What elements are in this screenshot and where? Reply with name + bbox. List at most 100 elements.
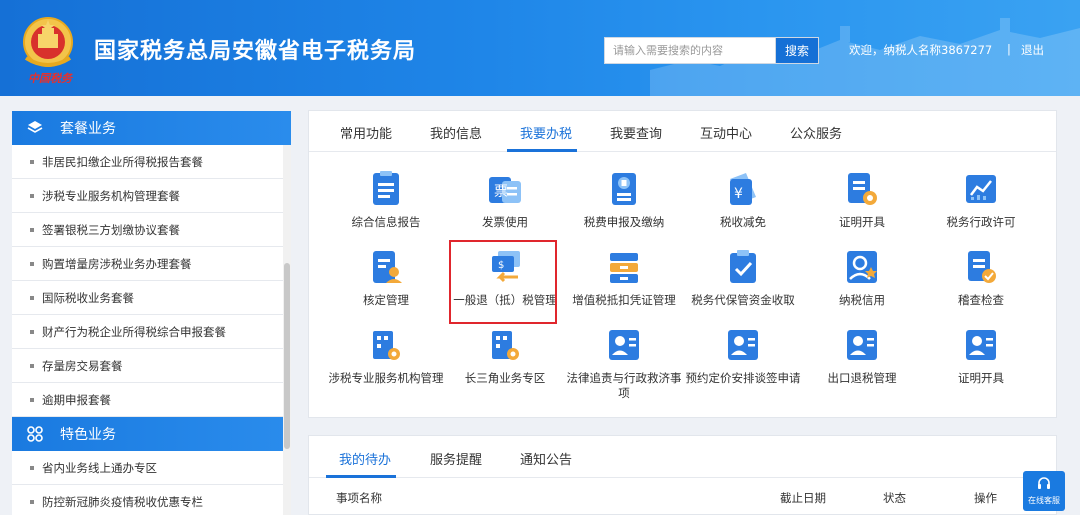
sidebar-item-label: 签署银税三方划缴协议套餐 bbox=[42, 222, 180, 237]
inspection-icon bbox=[968, 251, 996, 283]
sidebar-item[interactable]: 非居民扣缴企业所得税报告套餐 bbox=[12, 145, 283, 179]
bullet bbox=[30, 227, 34, 232]
search-button[interactable]: 搜索 bbox=[776, 37, 819, 64]
sidebar-item[interactable]: 存量房交易套餐 bbox=[12, 349, 283, 383]
headset-icon bbox=[1038, 477, 1050, 489]
tile-inspection[interactable]: 稽查检查 bbox=[921, 249, 1041, 327]
tile-label: 税务行政许可 bbox=[946, 215, 1016, 229]
sidebar-item[interactable]: 涉税专业服务机构管理套餐 bbox=[12, 179, 283, 213]
tile-info-report[interactable]: 综合信息报告 bbox=[326, 171, 446, 249]
welcome-text: 欢迎，纳税人名称3867277 bbox=[849, 43, 993, 57]
sidebar-item-label: 国际税收业务套餐 bbox=[42, 290, 134, 305]
main-tabs: 常用功能 我的信息 我要办税 我要查询 互动中心 公众服务 bbox=[309, 111, 1056, 152]
tile-vat-voucher[interactable]: 增值税抵扣凭证管理 bbox=[564, 249, 684, 327]
tile-yangtze-delta[interactable]: 长三角业务专区 bbox=[445, 327, 565, 405]
user-card-icon bbox=[609, 330, 639, 360]
col-status: 状态 bbox=[883, 491, 906, 505]
site-title: 国家税务总局安徽省电子税务局 bbox=[94, 39, 417, 64]
bullet bbox=[30, 397, 34, 402]
sidebar-item-label: 存量房交易套餐 bbox=[42, 358, 123, 373]
user-card-icon bbox=[847, 330, 877, 360]
active-tab-indicator bbox=[326, 475, 396, 478]
tile-label: 增值税抵扣凭证管理 bbox=[572, 293, 676, 307]
sidebar-item[interactable]: 签署银税三方划缴协议套餐 bbox=[12, 213, 283, 247]
tab-interaction[interactable]: 互动中心 bbox=[700, 123, 752, 142]
sidebar-item[interactable]: 逾期申报套餐 bbox=[12, 383, 283, 417]
bullet bbox=[30, 465, 34, 470]
agency-building-icon bbox=[373, 331, 400, 360]
clipboard-check-icon bbox=[730, 250, 756, 283]
tile-label: 证明开具 bbox=[839, 215, 885, 229]
tile-assessment[interactable]: 核定管理 bbox=[326, 249, 446, 327]
tile-legal-remedy[interactable]: 法律追责与行政救济事项 bbox=[564, 327, 684, 405]
tab-my-todo[interactable]: 我的待办 bbox=[339, 449, 391, 468]
certificate-icon bbox=[848, 173, 877, 205]
tab-public-service[interactable]: 公众服务 bbox=[790, 123, 842, 142]
sidebar-item[interactable]: 省内业务线上通办专区 bbox=[12, 451, 283, 485]
tab-query[interactable]: 我要查询 bbox=[610, 123, 662, 142]
tile-label: 税费申报及缴纳 bbox=[583, 215, 665, 229]
sidebar-group-package[interactable]: 套餐业务 bbox=[12, 111, 291, 145]
logout-link[interactable]: 退出 bbox=[1021, 42, 1044, 58]
invoice-icon: 票 bbox=[489, 177, 521, 203]
sidebar-item-label: 购置增量房涉税业务办理套餐 bbox=[42, 256, 192, 271]
tab-service-reminder[interactable]: 服务提醒 bbox=[430, 449, 482, 468]
credit-user-icon bbox=[847, 251, 877, 283]
tile-pricing-agreement[interactable]: 预约定价安排谈签申请 bbox=[683, 327, 803, 405]
vat-voucher-icon bbox=[610, 253, 638, 283]
bullet bbox=[30, 261, 34, 266]
delta-building-icon bbox=[492, 331, 519, 360]
license-chart-icon bbox=[966, 175, 996, 203]
online-service-button[interactable]: 在线客服 bbox=[1023, 471, 1065, 511]
sidebar-item-label: 财产行为税企业所得税综合申报套餐 bbox=[42, 324, 226, 339]
tab-my-info[interactable]: 我的信息 bbox=[430, 123, 482, 142]
bullet bbox=[30, 499, 34, 504]
tile-agency-mgmt[interactable]: 涉税专业服务机构管理 bbox=[326, 327, 446, 405]
tab-tax-handling[interactable]: 我要办税 bbox=[520, 123, 572, 142]
sidebar-scrollbar[interactable] bbox=[283, 145, 291, 515]
grid-icon bbox=[26, 425, 44, 443]
tile-certificate[interactable]: 证明开具 bbox=[802, 171, 922, 249]
site-header: 中国税务 国家税务总局安徽省电子税务局 搜索 欢迎，纳税人名称3867277 |… bbox=[0, 0, 1080, 96]
tab-common[interactable]: 常用功能 bbox=[340, 123, 392, 142]
sidebar-item-label: 防控新冠肺炎疫情税收优惠专栏 bbox=[42, 494, 203, 509]
sidebar-item[interactable]: 财产行为税企业所得税综合申报套餐 bbox=[12, 315, 283, 349]
tile-label: 一般退（抵）税管理 bbox=[453, 293, 557, 307]
sidebar: 套餐业务 非居民扣缴企业所得税报告套餐 涉税专业服务机构管理套餐 签署银税三方划… bbox=[12, 111, 291, 515]
tile-export-refund[interactable]: 出口退税管理 bbox=[802, 327, 922, 405]
col-action: 操作 bbox=[974, 491, 997, 505]
search-input[interactable] bbox=[604, 37, 776, 64]
tile-credit[interactable]: 纳税信用 bbox=[802, 249, 922, 327]
header-separator: | bbox=[1007, 42, 1011, 56]
tile-label: 长三角业务专区 bbox=[464, 371, 546, 385]
tax-emblem-icon bbox=[23, 17, 73, 67]
tab-notice[interactable]: 通知公告 bbox=[520, 449, 572, 468]
bullet bbox=[30, 329, 34, 334]
sidebar-item[interactable]: 国际税收业务套餐 bbox=[12, 281, 283, 315]
tile-label: 预约定价安排谈签申请 bbox=[685, 371, 801, 385]
sidebar-group-special[interactable]: 特色业务 bbox=[12, 417, 291, 451]
tile-label: 证明开具 bbox=[958, 371, 1004, 385]
brush-logo-text: 中国税务 bbox=[28, 72, 72, 85]
tile-certificate-2[interactable]: 证明开具 bbox=[921, 327, 1041, 405]
tile-custody-funds[interactable]: 税务代保管资金收取 bbox=[683, 249, 803, 327]
tile-label: 稽查检查 bbox=[958, 293, 1004, 307]
tile-declaration[interactable]: 税费申报及缴纳 bbox=[564, 171, 684, 249]
report-icon bbox=[373, 171, 399, 205]
online-service-label: 在线客服 bbox=[1028, 496, 1060, 505]
todo-panel: 我的待办 服务提醒 通知公告 事项名称 截止日期 状态 操作 bbox=[308, 435, 1057, 515]
svg-text:¥: ¥ bbox=[734, 186, 743, 202]
tile-invoice[interactable]: 票 发票使用 bbox=[445, 171, 565, 249]
assessment-icon bbox=[373, 251, 402, 283]
sidebar-item-label: 涉税专业服务机构管理套餐 bbox=[42, 188, 180, 203]
sidebar-item[interactable]: 购置增量房涉税业务办理套餐 bbox=[12, 247, 283, 281]
tile-refund[interactable]: $ 一般退（抵）税管理 bbox=[445, 249, 565, 327]
scroll-thumb[interactable] bbox=[284, 263, 290, 449]
bullet bbox=[30, 295, 34, 300]
sidebar-item-label: 非居民扣缴企业所得税报告套餐 bbox=[42, 154, 203, 169]
layers-icon bbox=[26, 119, 44, 137]
tile-tax-relief[interactable]: ¥ 税收减免 bbox=[683, 171, 803, 249]
tile-admin-license[interactable]: 税务行政许可 bbox=[921, 171, 1041, 249]
tile-label: 涉税专业服务机构管理 bbox=[328, 371, 444, 385]
sidebar-item[interactable]: 防控新冠肺炎疫情税收优惠专栏 bbox=[12, 485, 283, 515]
